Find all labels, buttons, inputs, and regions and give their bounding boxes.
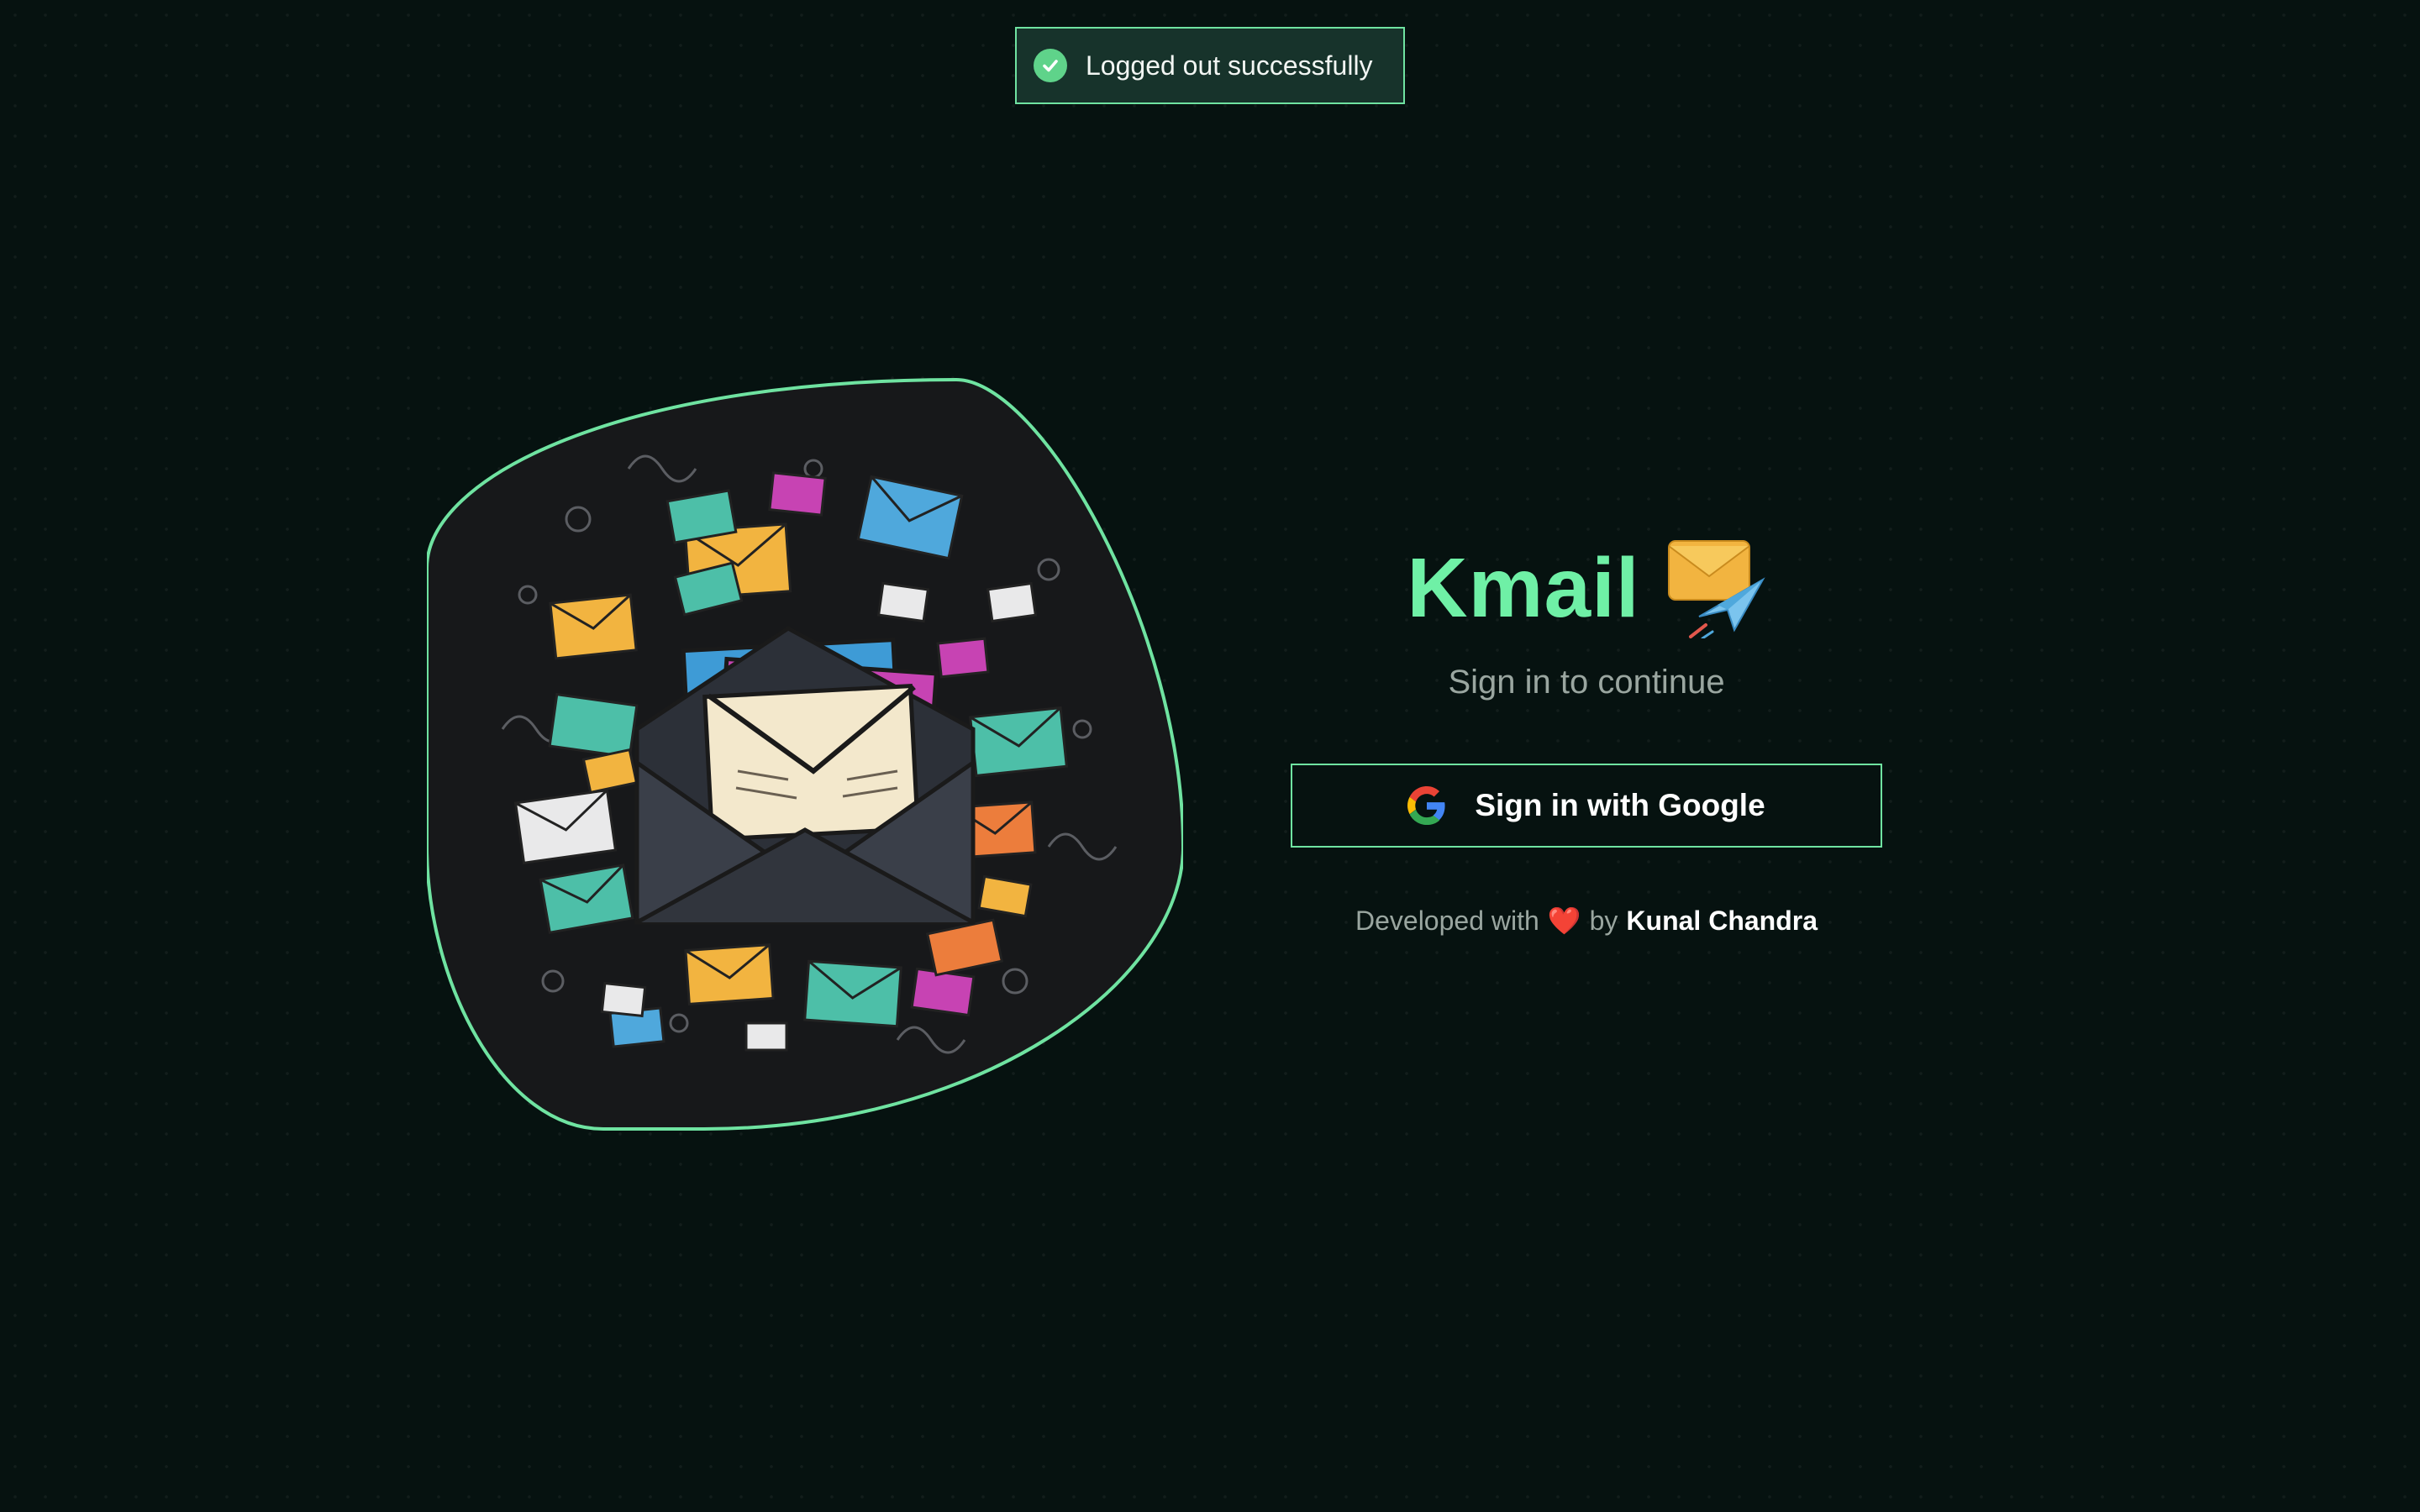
envelope-with-paper-plane-icon [1665,538,1766,640]
app-title: Kmail [1407,540,1640,635]
check-circle-icon [1034,49,1067,82]
credit-prefix: Developed with [1355,905,1539,936]
toast-notification: Logged out successfully [1015,27,1405,104]
heart-icon: ❤️ [1547,906,1581,936]
toast-message: Logged out successfully [1086,50,1373,81]
subtitle: Sign in to continue [1448,664,1725,701]
hero-illustration [425,376,1186,1132]
title-row: Kmail [1407,521,1765,655]
login-panel: Kmail Sign in to continue Sign in with G… [1291,521,1882,937]
author-name: Kunal Chandra [1626,905,1818,936]
sign-in-with-google-label: Sign in with Google [1475,788,1765,822]
google-g-icon [1407,786,1446,825]
developer-credit: Developed with ❤️ by Kunal Chandra [1355,905,1818,937]
credit-by: by [1589,905,1618,936]
sign-in-with-google-button[interactable]: Sign in with Google [1291,764,1882,848]
